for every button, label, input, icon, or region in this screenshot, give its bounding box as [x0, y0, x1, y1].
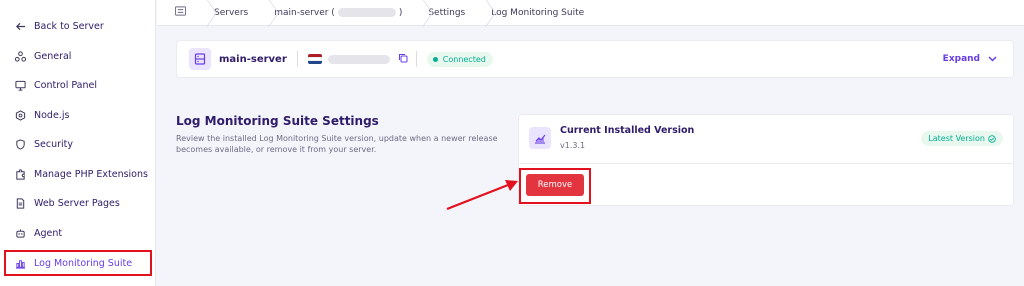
sidebar: Back to Server General Control Panel Nod…: [0, 0, 156, 286]
section-title: Log Monitoring Suite Settings: [176, 114, 379, 128]
status-label: Connected: [442, 54, 486, 64]
breadcrumb-current: Log Monitoring Suite: [491, 7, 585, 18]
chart-line-icon: [529, 127, 551, 149]
version-title: Current Installed Version: [560, 125, 695, 136]
sidebar-item-general[interactable]: General: [0, 44, 154, 68]
divider: [519, 163, 1013, 164]
puzzle-icon: [14, 168, 26, 180]
divider: [296, 51, 298, 67]
status-dot-icon: [432, 56, 438, 62]
monitor-icon: [14, 79, 26, 91]
breadcrumb-server-prefix: main-server (: [274, 7, 335, 18]
sidebar-item-php-extensions[interactable]: Manage PHP Extensions: [0, 162, 154, 186]
sidebar-item-label: Manage PHP Extensions: [34, 168, 148, 180]
nodes-icon: [14, 50, 26, 62]
blurred-ip: [327, 54, 390, 64]
arrow-left-icon: [14, 20, 26, 32]
sidebar-item-label: Control Panel: [34, 79, 97, 91]
document-icon: [14, 197, 26, 209]
list-icon[interactable]: [175, 6, 186, 19]
breadcrumb: Servers main-server () Settings Log Moni…: [157, 0, 1024, 26]
section-description: Review the installed Log Monitoring Suit…: [176, 134, 498, 154]
expand-label: Expand: [942, 54, 980, 64]
sidebar-item-label: Agent: [34, 227, 63, 239]
sidebar-item-label: Node.js: [34, 109, 70, 121]
version-number: v1.3.1: [560, 141, 586, 150]
annotation-highlight-box: Remove: [519, 168, 591, 204]
hexagon-icon: [14, 109, 26, 121]
sidebar-item-web-server-pages[interactable]: Web Server Pages: [0, 191, 154, 215]
latest-version-badge: Latest Version: [921, 131, 1003, 146]
copy-icon[interactable]: [398, 53, 408, 66]
chevron-down-icon: [988, 56, 997, 62]
version-card: Current Installed Version v1.3.1 Latest …: [518, 114, 1014, 206]
blurred-ip: [337, 7, 396, 17]
shield-icon: [14, 138, 26, 150]
check-circle-icon: [988, 134, 996, 143]
divider: [415, 51, 417, 67]
latest-version-label: Latest Version: [928, 134, 985, 143]
sidebar-item-label: General: [34, 50, 72, 62]
sidebar-item-control-panel[interactable]: Control Panel: [0, 73, 154, 97]
status-badge: Connected: [426, 51, 493, 67]
server-card: main-server Connected Expand: [176, 40, 1014, 78]
server-icon: [189, 48, 211, 70]
back-to-server-label: Back to Server: [34, 20, 104, 32]
server-name: main-server: [219, 53, 287, 65]
breadcrumb-settings[interactable]: Settings: [428, 8, 465, 18]
netherlands-flag-icon: [307, 54, 322, 64]
breadcrumb-server[interactable]: main-server (): [274, 7, 402, 18]
sidebar-item-nodejs[interactable]: Node.js: [0, 103, 154, 127]
sidebar-item-label: Security: [34, 138, 74, 150]
sidebar-item-agent[interactable]: Agent: [0, 221, 154, 245]
back-to-server-link[interactable]: Back to Server: [0, 14, 154, 38]
annotation-highlight-box: [4, 250, 152, 276]
sidebar-item-security[interactable]: Security: [0, 132, 154, 156]
breadcrumb-servers[interactable]: Servers: [214, 8, 248, 18]
expand-button[interactable]: Expand: [943, 54, 997, 64]
sidebar-item-label: Web Server Pages: [34, 197, 120, 209]
remove-button[interactable]: Remove: [526, 174, 584, 196]
robot-icon: [14, 227, 26, 239]
